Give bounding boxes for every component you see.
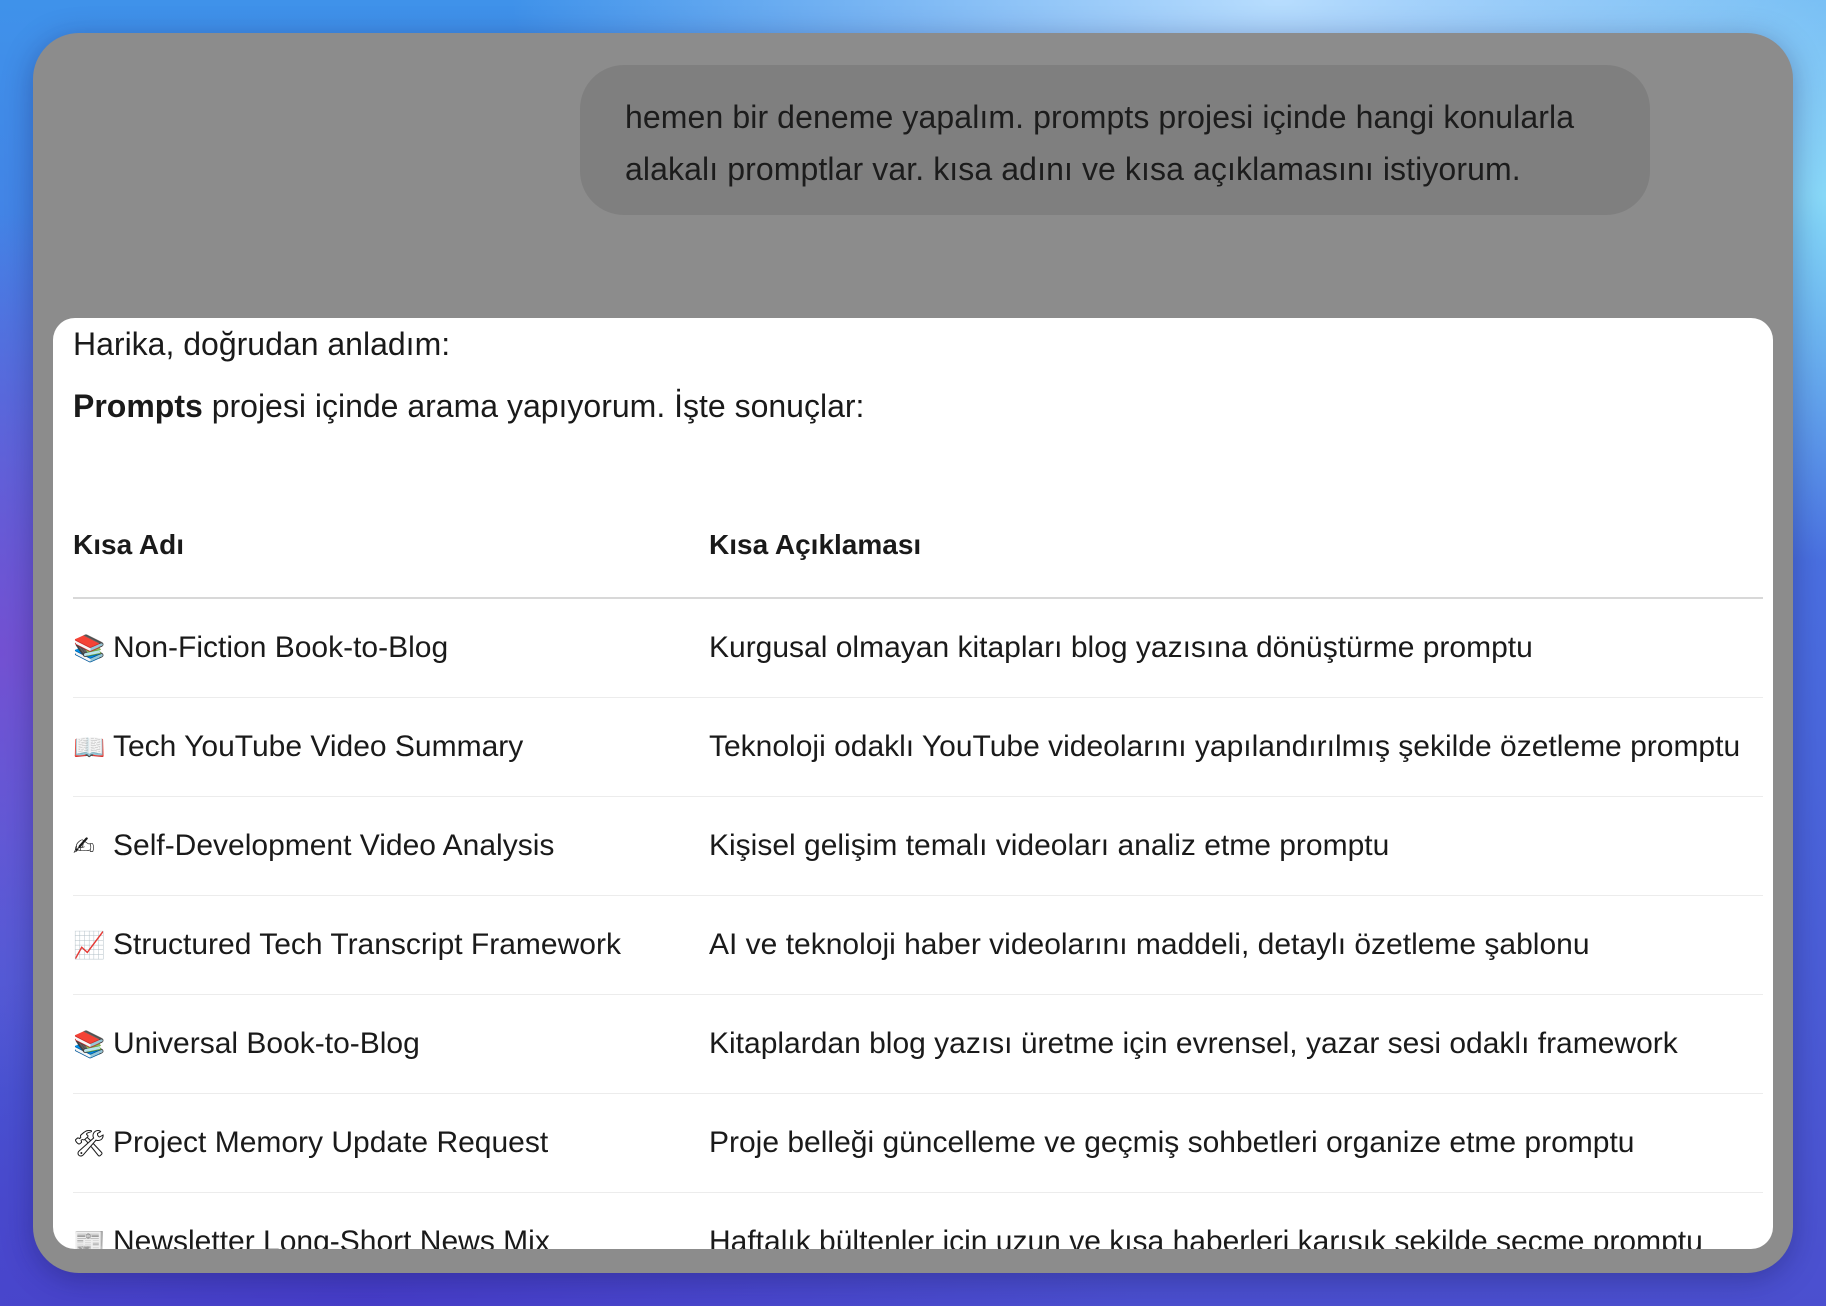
project-name: Prompts bbox=[73, 388, 203, 424]
prompt-name-cell: 📈 Structured Tech Transcript Framework bbox=[73, 895, 709, 995]
prompt-description: Proje belleği güncelleme ve geçmiş sohbe… bbox=[709, 1093, 1763, 1193]
header-short-name: Kısa Adı bbox=[73, 493, 709, 599]
open-book-icon: 📖 bbox=[73, 732, 106, 762]
prompt-description: Kurgusal olmayan kitapları blog yazısına… bbox=[709, 598, 1763, 698]
table-header-row: Kısa Adı Kısa Açıklaması bbox=[73, 493, 1763, 599]
newspaper-icon: 📰 bbox=[73, 1227, 106, 1249]
prompts-table: Kısa Adı Kısa Açıklaması 📚 Non-Fiction Bo… bbox=[73, 493, 1763, 1249]
prompt-name-cell: ✍ Self-Development Video Analysis bbox=[73, 796, 709, 896]
table-row: ✍ Self-Development Video Analysis Kişisel … bbox=[73, 796, 1763, 896]
header-short-description: Kısa Açıklaması bbox=[709, 493, 1763, 599]
assistant-intro: Prompts projesi içinde arama yapıyorum. … bbox=[73, 380, 864, 432]
user-message-line-1: hemen bir deneme yapalım. prompts projes… bbox=[625, 99, 1575, 135]
prompt-description: Kişisel gelişim temalı videoları analiz … bbox=[709, 796, 1763, 896]
books-icon: 📚 bbox=[73, 1029, 106, 1059]
chat-window: hemen bir deneme yapalım. prompts projes… bbox=[33, 33, 1793, 1273]
books-icon: 📚 bbox=[73, 633, 106, 663]
prompt-description: Kitaplardan blog yazısı üretme için evre… bbox=[709, 994, 1763, 1094]
prompt-name-cell: 📖 Tech YouTube Video Summary bbox=[73, 697, 709, 797]
prompt-name: Newsletter Long-Short News Mix bbox=[113, 1225, 550, 1249]
prompt-name: Non-Fiction Book-to-Blog bbox=[113, 631, 449, 664]
prompt-name: Tech YouTube Video Summary bbox=[113, 730, 524, 763]
prompt-description: Haftalık bültenler için uzun ve kısa hab… bbox=[709, 1192, 1763, 1249]
table-row: 📈 Structured Tech Transcript Framework AI … bbox=[73, 895, 1763, 995]
writing-hand-icon: ✍ bbox=[73, 831, 95, 861]
prompt-name-cell: 📰 Newsletter Long-Short News Mix bbox=[73, 1192, 709, 1249]
assistant-response: Harika, doğrudan anladım: Prompts projes… bbox=[53, 318, 1773, 1249]
prompt-name-cell: 📚 Non-Fiction Book-to-Blog bbox=[73, 598, 709, 698]
user-message-line-2: alakalı promptlar var. kısa adını ve kıs… bbox=[625, 151, 1521, 187]
intro-text: projesi içinde arama yapıyorum. İşte son… bbox=[202, 388, 865, 424]
table-row: 📚 Non-Fiction Book-to-Blog Kurgusal olmaya… bbox=[73, 598, 1763, 698]
tools-icon: 🛠 bbox=[73, 1128, 107, 1158]
prompt-description: Teknoloji odaklı YouTube videolarını yap… bbox=[709, 697, 1763, 797]
chart-increasing-icon: 📈 bbox=[73, 930, 106, 960]
prompt-description: AI ve teknoloji haber videolarını maddel… bbox=[709, 895, 1763, 995]
table-row: 🛠 Project Memory Update Request Proje bell… bbox=[73, 1093, 1763, 1193]
table-row: 📚 Universal Book-to-Blog Kitaplardan blog … bbox=[73, 994, 1763, 1094]
prompt-name-cell: 🛠 Project Memory Update Request bbox=[73, 1093, 709, 1193]
user-message-bubble: hemen bir deneme yapalım. prompts projes… bbox=[580, 65, 1650, 215]
assistant-greeting: Harika, doğrudan anladım: bbox=[73, 326, 451, 362]
table-row: 📖 Tech YouTube Video Summary Teknoloji oda… bbox=[73, 697, 1763, 797]
table-row: 📰 Newsletter Long-Short News Mix Haftalık … bbox=[73, 1192, 1763, 1249]
prompt-name: Project Memory Update Request bbox=[113, 1126, 549, 1159]
prompt-name-cell: 📚 Universal Book-to-Blog bbox=[73, 994, 709, 1094]
prompt-name: Self-Development Video Analysis bbox=[113, 829, 555, 862]
prompt-name: Structured Tech Transcript Framework bbox=[113, 928, 621, 961]
prompt-name: Universal Book-to-Blog bbox=[113, 1027, 420, 1060]
